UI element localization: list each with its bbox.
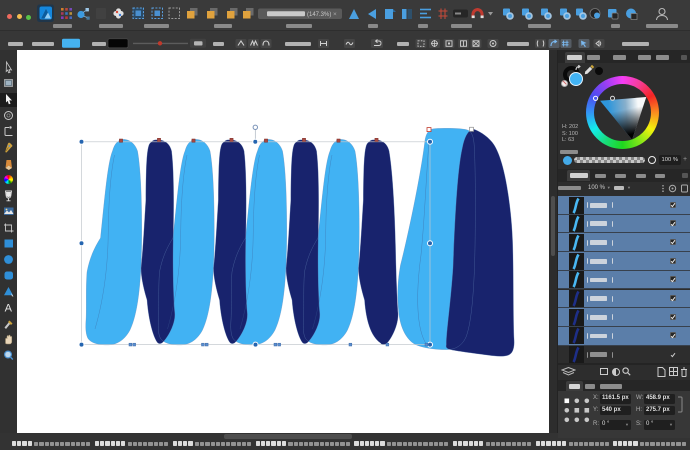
svg-text:×: × — [333, 11, 337, 18]
svg-text:(147.3%): (147.3%) — [307, 12, 331, 18]
svg-text:A: A — [5, 303, 13, 315]
